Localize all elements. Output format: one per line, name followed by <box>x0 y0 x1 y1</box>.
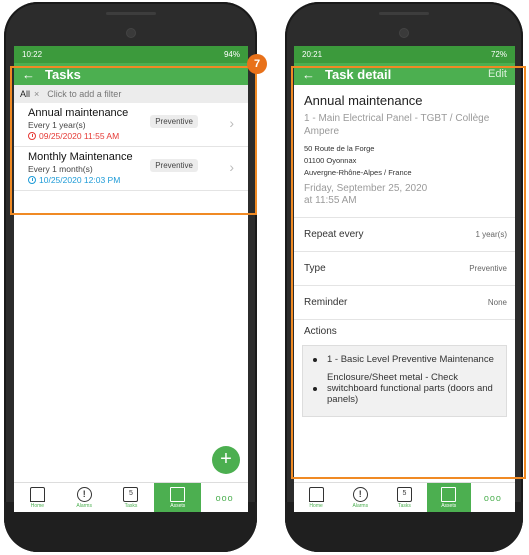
nav-label: Home <box>309 502 323 509</box>
nav-label: Assets <box>170 502 186 509</box>
nav-assets[interactable]: Assets <box>426 483 471 512</box>
nav-home[interactable]: Home <box>294 483 338 512</box>
assets-icon <box>441 486 457 502</box>
more-icon: ooo <box>483 492 502 503</box>
alarm-icon: ! <box>76 486 92 502</box>
tasks-icon: 5 <box>397 486 412 502</box>
nav-tasks[interactable]: 5 Tasks <box>382 483 426 512</box>
add-task-button[interactable]: + <box>212 446 240 474</box>
nav-home[interactable]: Home <box>14 483 61 512</box>
tasks-icon: 5 <box>123 486 139 502</box>
nav-alarms[interactable]: ! Alarms <box>338 483 382 512</box>
assets-icon <box>170 486 186 502</box>
camera <box>399 28 409 38</box>
speaker <box>379 12 429 15</box>
camera <box>125 28 136 38</box>
nav-alarms[interactable]: ! Alarms <box>61 483 108 512</box>
nav-assets[interactable]: Assets <box>154 483 202 512</box>
status-battery: 72% <box>490 50 507 59</box>
nav-tasks[interactable]: 5 Tasks <box>108 483 155 512</box>
home-icon <box>308 486 324 502</box>
nav-label: Tasks <box>398 502 411 509</box>
status-time: 10:22 <box>22 50 43 59</box>
nav-more[interactable]: ooo <box>471 483 515 512</box>
nav-label: Home <box>30 502 45 509</box>
status-battery: 94% <box>223 50 240 59</box>
nav-label: Assets <box>441 502 457 509</box>
nav-label: Alarms <box>352 502 369 509</box>
highlight-frame-left <box>10 66 257 215</box>
speaker <box>105 12 156 15</box>
nav-label: Alarms <box>76 502 92 509</box>
alarm-icon: ! <box>352 486 368 502</box>
status-bar: 10:22 94% <box>14 46 248 63</box>
more-icon: ooo <box>215 492 234 503</box>
status-bar: 20:21 72% <box>294 46 515 63</box>
step-badge: 7 <box>247 54 267 74</box>
highlight-frame-right <box>291 66 526 479</box>
bottom-nav: Home ! Alarms 5 Tasks Assets ooo <box>294 482 515 512</box>
nav-label: Tasks <box>124 502 138 509</box>
nav-more[interactable]: ooo <box>201 483 248 512</box>
status-time: 20:21 <box>302 50 323 59</box>
home-icon <box>29 486 45 502</box>
bottom-nav: Home ! Alarms 5 Tasks Assets ooo <box>14 482 248 512</box>
